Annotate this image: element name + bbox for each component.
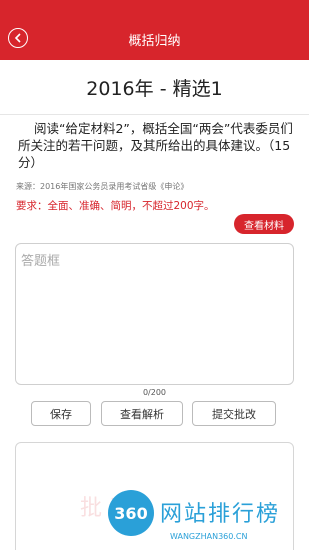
char-counter: 0/200 [142,388,167,397]
question-source: 来源：2016年国家公务员录用考试省级《申论》 [16,182,189,191]
watermark-brand: 网站排行榜 [160,502,281,527]
header-title: 概括归纳 [128,34,181,49]
question-text: 阅读“给定材料2”，概括全国“两会”代表委员们所关注的若干问题，及其所给出的具体… [18,121,293,170]
save-button[interactable]: 保存 [31,401,91,426]
question-title: 2016年 - 精选1 [86,78,223,100]
submit-for-review-button[interactable]: 提交批改 [192,401,276,426]
answer-input[interactable] [21,250,288,378]
site-logo: 360 [108,490,154,536]
view-material-button[interactable]: 查看材料 [234,214,294,234]
answer-requirement: 要求：全面、准确、简明，不超过200字。 [16,200,215,212]
app-header: 概括归纳 [0,0,309,60]
title-divider [0,114,309,115]
watermark-url: WANGZHAN360.CN [170,532,248,541]
answer-box[interactable] [15,243,294,385]
view-analysis-button[interactable]: 查看解析 [101,401,183,426]
